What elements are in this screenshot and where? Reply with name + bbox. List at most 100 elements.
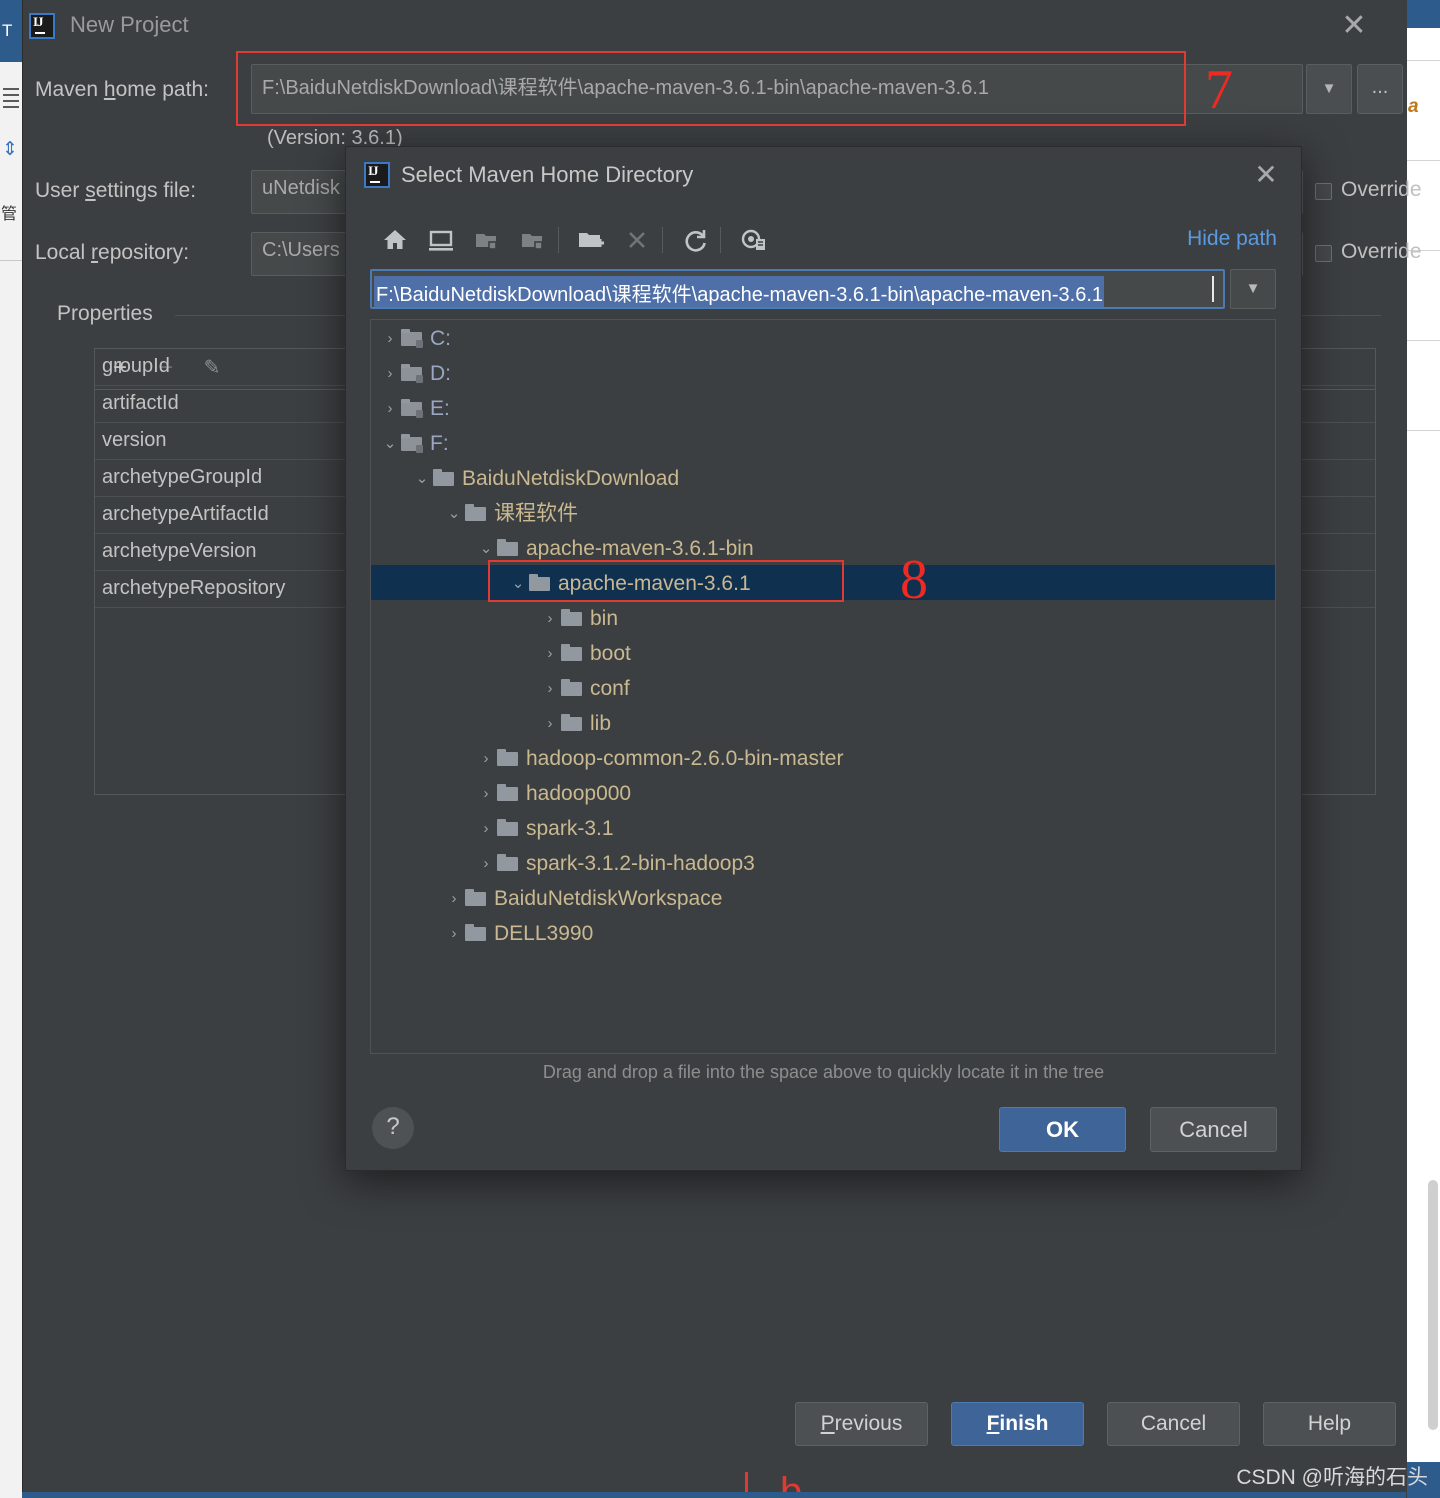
chevron-right-icon[interactable]: › — [539, 671, 561, 706]
maven-dialog-title: Select Maven Home Directory — [401, 162, 694, 187]
chevron-right-icon[interactable]: › — [539, 706, 561, 741]
folder-icon — [561, 714, 582, 732]
tree-item[interactable]: › spark-3.1 — [371, 810, 1275, 845]
ok-button[interactable]: OK — [999, 1107, 1126, 1152]
tree-item-label: E: — [430, 396, 450, 420]
chevron-down-icon[interactable]: ⌄ — [379, 426, 401, 461]
folder-icon — [561, 679, 582, 697]
local-repository-override-checkbox[interactable] — [1315, 245, 1332, 262]
tree-item[interactable]: › boot — [371, 635, 1275, 670]
ide-status-bar — [22, 1492, 1406, 1498]
user-settings-file-label: User settings file: — [35, 179, 197, 202]
tree-item[interactable]: › E: — [371, 390, 1275, 425]
path-input[interactable]: F:\BaiduNetdiskDownload\课程软件\apache-mave… — [370, 269, 1225, 309]
directory-tree[interactable]: › C: › D: › E: ⌄ F: ⌄ BaiduNetdiskDownload ⌄ 课程软件 ⌄ a… — [370, 319, 1276, 1054]
help-icon[interactable]: ? — [372, 1107, 414, 1149]
refresh-icon[interactable] — [678, 223, 712, 257]
chevron-right-icon[interactable]: › — [443, 916, 465, 951]
show-hidden-files-icon[interactable] — [736, 223, 770, 257]
chevron-right-icon[interactable]: › — [379, 391, 401, 426]
vertical-scrollbar-thumb[interactable] — [1428, 1180, 1438, 1430]
tree-item-label: conf — [590, 676, 630, 700]
maven-home-browse-button[interactable]: ... — [1357, 64, 1403, 114]
tree-item[interactable]: ⌄ apache-maven-3.6.1-bin — [371, 530, 1275, 565]
folder-icon — [497, 819, 518, 837]
right-panel-divider — [1406, 160, 1440, 161]
right-panel-divider — [1406, 60, 1440, 61]
tree-item[interactable]: › D: — [371, 355, 1275, 390]
up-down-arrows-icon[interactable]: ⇕ — [2, 140, 18, 159]
tree-item[interactable]: ⌄ BaiduNetdiskDownload — [371, 460, 1275, 495]
tree-item[interactable]: › bin — [371, 600, 1275, 635]
new-project-title: New Project — [70, 12, 189, 37]
chevron-down-icon[interactable]: ⌄ — [507, 566, 529, 601]
chevron-right-icon[interactable]: › — [475, 846, 497, 881]
hide-path-link[interactable]: Hide path — [1187, 227, 1277, 251]
tree-item-label: BaiduNetdiskWorkspace — [494, 886, 723, 910]
tree-item-label: BaiduNetdiskDownload — [462, 466, 680, 490]
tree-item[interactable]: ⌄ apache-maven-3.6.1 — [371, 565, 1275, 600]
user-settings-override-label: Override — [1341, 178, 1422, 201]
tree-item-label: hadoop-common-2.6.0-bin-master — [526, 746, 844, 770]
tree-item[interactable]: › hadoop-common-2.6.0-bin-master — [371, 740, 1275, 775]
home-icon[interactable] — [378, 223, 412, 257]
ide-left-toolwindow-strip: T ⇕ 管 — [0, 0, 22, 1498]
chevron-down-icon[interactable]: ⌄ — [411, 461, 433, 496]
select-maven-home-directory-dialog: Select Maven Home Directory ✕ — [345, 146, 1302, 1171]
lines-icon[interactable] — [3, 88, 19, 110]
property-name-cell: archetypeRepository — [102, 577, 286, 599]
chevron-right-icon[interactable]: › — [475, 776, 497, 811]
folder-icon — [497, 749, 518, 767]
chevron-down-icon[interactable]: ⌄ — [475, 531, 497, 566]
right-panel-divider — [1406, 430, 1440, 431]
folder-icon — [465, 889, 486, 907]
folder-icon — [465, 504, 486, 522]
folder-icon — [497, 784, 518, 802]
annotation-partial-tick — [745, 1472, 748, 1494]
delete-icon — [620, 223, 654, 257]
tree-item-label: spark-3.1 — [526, 816, 614, 840]
local-repository-label: Local repository: — [35, 241, 190, 264]
chevron-right-icon[interactable]: › — [379, 321, 401, 356]
tree-item[interactable]: ⌄ 课程软件 — [371, 495, 1275, 530]
cancel-button[interactable]: Cancel — [1150, 1107, 1277, 1152]
tree-item-label: apache-maven-3.6.1-bin — [526, 536, 754, 560]
new-folder-icon[interactable] — [574, 223, 608, 257]
chevron-right-icon[interactable]: › — [475, 811, 497, 846]
intellij-logo-icon — [364, 162, 390, 188]
tree-item[interactable]: › conf — [371, 670, 1275, 705]
close-icon[interactable]: ✕ — [1249, 159, 1283, 193]
tree-item[interactable]: › DELL3990 — [371, 915, 1275, 950]
previous-button[interactable]: Previous — [795, 1402, 928, 1446]
tree-item-label: bin — [590, 606, 619, 630]
tree-item[interactable]: › BaiduNetdiskWorkspace — [371, 880, 1275, 915]
cancel-button[interactable]: Cancel — [1107, 1402, 1240, 1446]
maven-home-dropdown-arrow[interactable]: ▼ — [1306, 64, 1352, 114]
chevron-right-icon[interactable]: › — [379, 356, 401, 391]
folder-icon — [529, 574, 550, 592]
tree-item[interactable]: ⌄ F: — [371, 425, 1275, 460]
chevron-right-icon[interactable]: › — [539, 636, 561, 671]
user-settings-override-checkbox[interactable] — [1315, 183, 1332, 200]
property-name-cell: archetypeVersion — [102, 540, 257, 562]
path-history-dropdown[interactable]: ▼ — [1230, 269, 1276, 309]
close-icon[interactable]: ✕ — [1336, 9, 1372, 45]
tree-item[interactable]: › hadoop000 — [371, 775, 1275, 810]
maven-home-path-input[interactable]: F:\BaiduNetdiskDownload\课程软件\apache-mave… — [251, 64, 1303, 114]
collapse-all-icon — [516, 223, 550, 257]
chevron-right-icon[interactable]: › — [475, 741, 497, 776]
folder-icon — [497, 854, 518, 872]
chevron-right-icon[interactable]: › — [539, 601, 561, 636]
italic-a-icon: a — [1408, 96, 1419, 117]
tree-item[interactable]: › lib — [371, 705, 1275, 740]
properties-section-title: Properties — [57, 302, 153, 325]
finish-button[interactable]: Finish — [951, 1402, 1084, 1446]
tree-item[interactable]: › spark-3.1.2-bin-hadoop3 — [371, 845, 1275, 880]
tree-item-label: lib — [590, 711, 612, 735]
toolbar-separator — [558, 227, 559, 253]
desktop-icon[interactable] — [424, 223, 458, 257]
chevron-right-icon[interactable]: › — [443, 881, 465, 916]
tree-item[interactable]: › C: — [371, 320, 1275, 355]
chevron-down-icon[interactable]: ⌄ — [443, 496, 465, 531]
help-button[interactable]: Help — [1263, 1402, 1396, 1446]
